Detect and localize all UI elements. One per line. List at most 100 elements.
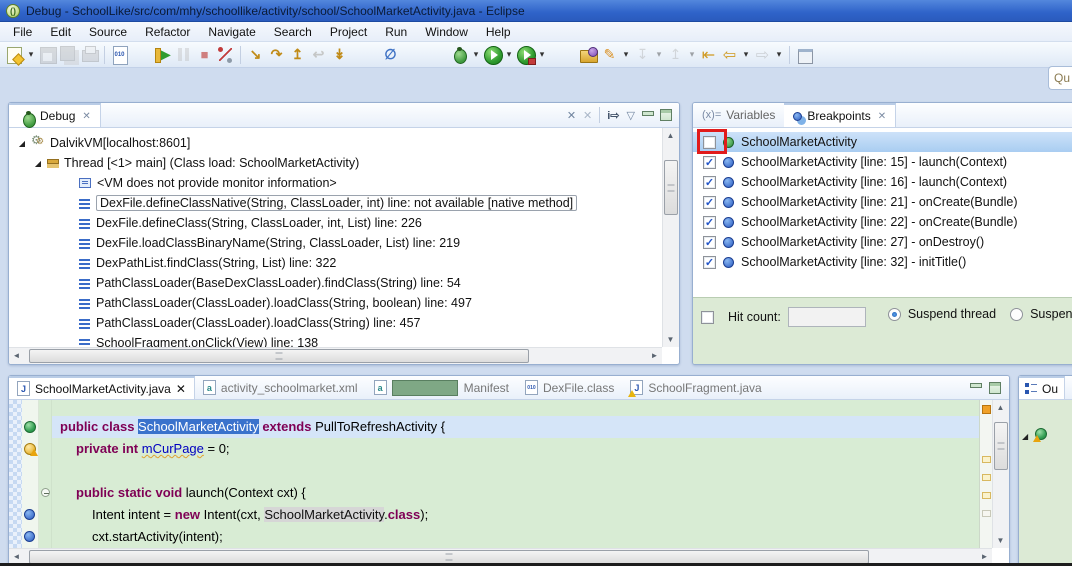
debug-stack-row[interactable]: <VM does not provide monitor information… [9,173,662,193]
breakpoint-checkbox[interactable]: ✓ [703,255,716,269]
expand-arrow-icon[interactable]: ◢ [17,139,27,148]
debug-horizontal-scrollbar[interactable]: ◄ ► [9,347,662,364]
overview-mark[interactable] [982,474,991,481]
new-wizard-icon[interactable] [4,44,25,66]
editor-marker-ruler[interactable] [22,400,39,548]
debug-icon[interactable] [449,44,470,66]
menu-project[interactable]: Project [321,23,376,41]
step-over-icon[interactable]: ↷ [266,44,287,66]
close-icon[interactable]: ✕ [176,382,186,396]
editor-tab-schoolfragment-java[interactable]: J SchoolFragment.java [622,376,769,399]
overview-mark[interactable] [982,405,991,414]
overview-mark[interactable] [982,456,991,463]
previous-annotation-icon[interactable]: ↥ [665,44,686,66]
debug-stack-row[interactable]: ◢ Thread [<1> main] (Class load: SchoolMa… [9,153,662,173]
hit-count-checkbox[interactable] [701,310,714,324]
scroll-thumb[interactable] [664,160,678,215]
step-into-icon[interactable]: ↘ [245,44,266,66]
code-line[interactable]: Intent intent = new Intent(cxt, SchoolMa… [52,504,979,526]
close-icon[interactable]: ✕ [82,111,90,122]
breakpoint-marker-icon[interactable] [24,531,35,542]
save-icon[interactable] [37,44,58,66]
tab-breakpoints[interactable]: Breakpoints ✕ [784,103,897,127]
minimize-icon[interactable] [642,110,654,120]
code-line[interactable]: public class SchoolMarketActivity extend… [52,416,979,438]
scroll-up-arrow[interactable]: ▲ [663,128,678,143]
breakpoint-checkbox[interactable]: ✓ [703,195,716,209]
breakpoint-checkbox[interactable] [703,135,716,149]
save-all-icon[interactable] [58,44,79,66]
new-wizard-dropdown-icon[interactable]: ▾ [25,44,37,66]
suspend-thread-radio[interactable] [887,307,901,321]
debug-stack-row[interactable]: DexPathList.findClass(String, List) line… [9,253,662,273]
breakpoint-checkbox[interactable]: ✓ [703,155,716,169]
close-icon[interactable]: ✕ [878,111,886,122]
scroll-right-arrow[interactable]: ► [977,549,992,564]
scroll-left-arrow[interactable]: ◄ [9,549,24,564]
overview-mark[interactable] [982,492,991,499]
mark-occurrences-dropdown-icon[interactable]: ▾ [620,44,632,66]
last-edit-location-icon[interactable]: ⇤ [698,44,719,66]
use-step-filters-icon[interactable]: ↡ [329,44,350,66]
debug-stack-row[interactable]: DexFile.defineClassNative(String, ClassL… [9,193,662,213]
suspend-icon[interactable] [173,44,194,66]
scroll-thumb[interactable] [29,550,869,564]
scroll-down-arrow[interactable]: ▼ [993,533,1008,548]
code-line[interactable]: private int mCurPage = 0; [52,438,979,460]
breakpoint-row[interactable]: ✓ SchoolMarketActivity [line: 21] - onCre… [693,192,1072,212]
menu-window[interactable]: Window [416,23,477,41]
breakpoint-row[interactable]: ✓ SchoolMarketActivity [line: 27] - onDes… [693,232,1072,252]
next-annotation-dropdown-icon[interactable]: ▾ [653,44,665,66]
menu-file[interactable]: File [4,23,41,41]
breakpoint-row[interactable]: ✓ SchoolMarketActivity [line: 15] - launc… [693,152,1072,172]
menu-navigate[interactable]: Navigate [199,23,264,41]
next-annotation-icon[interactable]: ↧ [632,44,653,66]
terminate-icon[interactable]: ■ [194,44,215,66]
expand-arrow-icon[interactable]: ◢ [33,159,43,168]
remove-terminated-icon[interactable]: ✕ [567,109,576,122]
external-tools-icon[interactable] [515,44,536,66]
breakpoint-row[interactable]: ✓ SchoolMarketActivity [line: 16] - launc… [693,172,1072,192]
debug-vertical-scrollbar[interactable]: ▲ ▼ [662,128,679,347]
editor-tab-schoolmarketactivity-java[interactable]: J SchoolMarketActivity.java ✕ [9,376,195,399]
maximize-icon[interactable] [660,109,672,121]
resume-icon[interactable]: ▶ [152,44,173,66]
forward-dropdown-icon[interactable]: ▾ [773,44,785,66]
debug-stack-row[interactable]: PathClassLoader(ClassLoader).loadClass(S… [9,313,662,333]
scroll-right-arrow[interactable]: ► [647,348,662,363]
hit-count-input[interactable] [787,307,866,327]
open-type-icon[interactable] [578,44,599,66]
warning-marker-icon[interactable] [24,443,38,456]
mark-occurrences-icon[interactable]: ✎ [599,44,620,66]
tab-outline[interactable]: Ou [1019,376,1066,399]
editor-tab-activity-schoolmarket-xml[interactable]: a activity_schoolmarket.xml [195,376,366,399]
breakpoint-checkbox[interactable]: ✓ [703,235,716,249]
breakpoint-row[interactable]: ✓ SchoolMarketActivity [line: 22] - onCre… [693,212,1072,232]
external-tools-dropdown-icon[interactable]: ▾ [536,44,548,66]
back-dropdown-icon[interactable]: ▾ [740,44,752,66]
breakpoint-row[interactable]: ✓ SchoolMarketActivity [line: 32] - initT… [693,252,1072,272]
overview-mark[interactable] [982,510,991,517]
code-line[interactable] [52,460,979,482]
editor-folding-column[interactable] [39,400,52,548]
run-dropdown-icon[interactable]: ▾ [503,44,515,66]
scroll-left-arrow[interactable]: ◄ [9,348,24,363]
forward-icon[interactable]: ⇨ [752,44,773,66]
maximize-icon[interactable] [989,381,1001,394]
scroll-down-arrow[interactable]: ▼ [663,332,678,347]
code-line[interactable]: public static void launch(Context cxt) { [52,482,979,504]
minimize-icon[interactable] [970,383,982,392]
tab-debug[interactable]: Debug ✕ [9,103,101,128]
debug-stack-row[interactable]: ◢ DalvikVM[localhost:8601] [9,133,662,153]
debug-stack-row[interactable]: PathClassLoader(ClassLoader).loadClass(S… [9,293,662,313]
quick-access-box[interactable]: Qu [1048,66,1072,90]
scroll-up-arrow[interactable]: ▲ [993,400,1008,415]
debug-stack-row[interactable]: PathClassLoader(BaseDexClassLoader).find… [9,273,662,293]
debug-dropdown-icon[interactable]: ▾ [470,44,482,66]
suspend-vm-radio[interactable] [1010,307,1024,321]
breakpoint-checkbox[interactable]: ✓ [703,175,716,189]
menu-search[interactable]: Search [265,23,321,41]
disconnect-icon[interactable] [215,44,236,66]
step-return-icon[interactable]: ↥ [287,44,308,66]
code-line[interactable]: cxt.startActivity(intent); [52,526,979,548]
